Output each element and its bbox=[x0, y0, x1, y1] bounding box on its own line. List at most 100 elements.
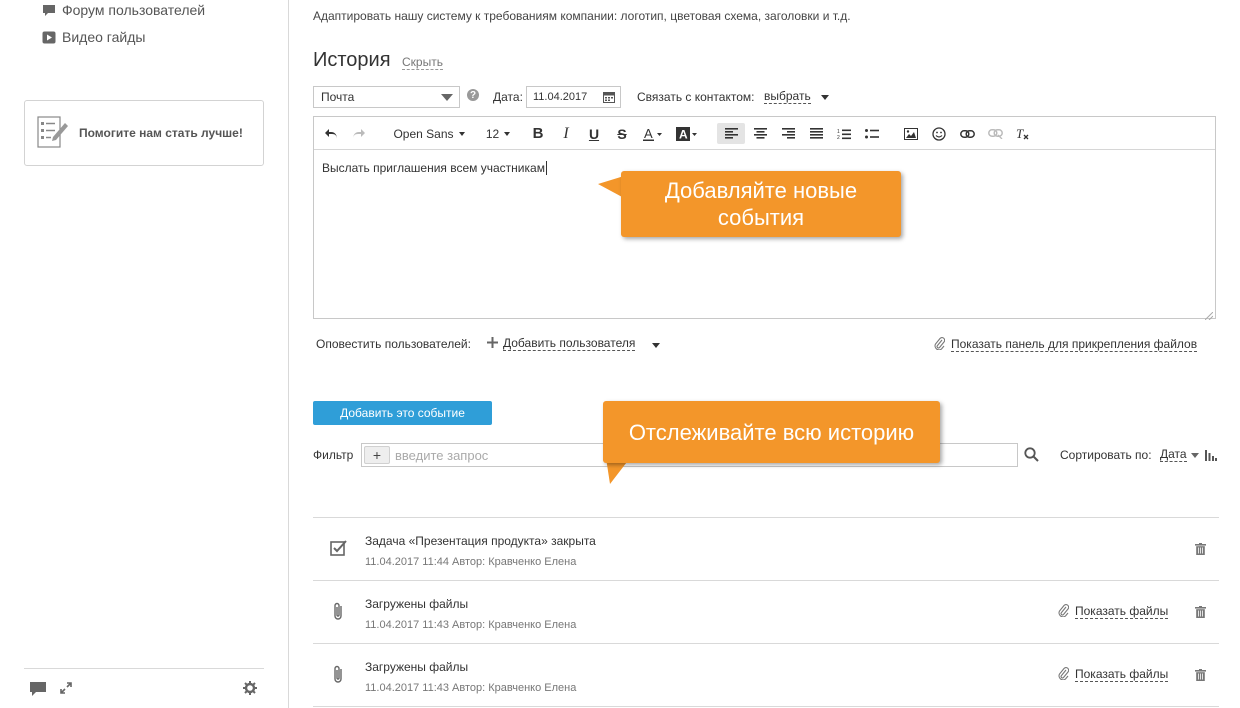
chevron-down-icon bbox=[441, 94, 453, 101]
sidebar-footer bbox=[24, 668, 264, 708]
trash-icon[interactable] bbox=[1195, 606, 1206, 621]
list-divider bbox=[313, 517, 1219, 518]
expand-icon[interactable] bbox=[60, 682, 72, 697]
redo-icon[interactable] bbox=[349, 123, 369, 144]
help-question-icon[interactable]: ? bbox=[467, 89, 479, 101]
paperclip-icon bbox=[934, 337, 946, 353]
list-divider bbox=[313, 706, 1219, 707]
callout-track-history: Отслеживайте всю историю bbox=[603, 401, 940, 463]
show-files-label: Показать файлы bbox=[1075, 667, 1169, 682]
chat-bubble-icon bbox=[42, 3, 56, 17]
trash-icon[interactable] bbox=[1195, 543, 1206, 558]
search-icon[interactable] bbox=[1024, 447, 1039, 465]
sidebar: Форум пользователей Видео гайды Помогите… bbox=[0, 0, 289, 708]
align-center-icon[interactable] bbox=[750, 123, 770, 144]
image-icon[interactable] bbox=[901, 123, 921, 144]
date-value: 11.04.2017 bbox=[533, 91, 588, 103]
paperclip-icon bbox=[1058, 667, 1070, 683]
show-files-link[interactable]: Показать файлы bbox=[1058, 604, 1169, 620]
chat-icon[interactable] bbox=[30, 682, 46, 699]
notify-users-label: Оповестить пользователей: bbox=[316, 337, 471, 351]
chevron-down-icon bbox=[504, 131, 511, 136]
add-user-button[interactable]: Добавить пользователя bbox=[487, 336, 636, 351]
chevron-down-icon bbox=[458, 131, 465, 136]
gear-icon[interactable] bbox=[243, 681, 257, 698]
svg-text:A: A bbox=[644, 127, 653, 141]
history-row-meta: 11.04.2017 11:43 Автор: Кравченко Елена bbox=[365, 619, 577, 631]
history-row-meta: 11.04.2017 11:43 Автор: Кравченко Елена bbox=[365, 682, 577, 694]
sidebar-item-label: Форум пользователей bbox=[62, 2, 206, 18]
svg-text:A: A bbox=[679, 127, 688, 141]
list-divider bbox=[313, 580, 1219, 581]
svg-text:2: 2 bbox=[837, 135, 840, 140]
help-improve-button[interactable]: Помогите нам стать лучше! bbox=[24, 100, 264, 166]
task-check-icon bbox=[330, 540, 348, 559]
font-family-select[interactable]: Open Sans bbox=[389, 123, 469, 144]
bullet-list-icon[interactable] bbox=[862, 123, 882, 144]
background-color-icon[interactable]: A bbox=[675, 123, 701, 144]
add-user-label: Добавить пользователя bbox=[503, 336, 636, 351]
paperclip-icon bbox=[332, 665, 344, 688]
event-type-select[interactable]: Почта bbox=[313, 86, 460, 108]
sidebar-item-video[interactable]: Видео гайды bbox=[42, 29, 145, 45]
show-attach-panel-label: Показать панель для прикрепления файлов bbox=[951, 337, 1198, 352]
chevron-down-icon[interactable] bbox=[821, 95, 829, 100]
calendar-icon[interactable] bbox=[603, 91, 615, 106]
customization-hint: Адаптировать нашу систему к требованиям … bbox=[313, 9, 851, 23]
font-family-value: Open Sans bbox=[393, 126, 454, 141]
add-event-button[interactable]: Добавить это событие bbox=[313, 401, 492, 425]
font-size-select[interactable]: 12 bbox=[482, 123, 514, 144]
clear-format-icon[interactable]: T bbox=[1013, 123, 1033, 144]
editor-text-area[interactable]: Выслать приглашения всем участникам​ bbox=[322, 161, 547, 175]
date-label: Дата: bbox=[493, 90, 523, 104]
paperclip-icon bbox=[1058, 604, 1070, 620]
date-field[interactable]: 11.04.2017 bbox=[526, 86, 621, 108]
align-right-icon[interactable] bbox=[778, 123, 798, 144]
chevron-down-icon[interactable] bbox=[1191, 453, 1199, 458]
list-divider bbox=[313, 643, 1219, 644]
text-cursor: ​ bbox=[545, 161, 547, 175]
text-color-icon[interactable]: A bbox=[641, 123, 667, 144]
undo-icon[interactable] bbox=[321, 123, 341, 144]
font-size-value: 12 bbox=[485, 126, 500, 141]
underline-icon[interactable]: U bbox=[584, 123, 604, 144]
unlink-icon[interactable] bbox=[985, 123, 1005, 144]
trash-icon[interactable] bbox=[1195, 669, 1206, 684]
align-left-icon[interactable] bbox=[717, 123, 745, 144]
play-video-icon bbox=[42, 30, 56, 44]
sort-label: Сортировать по: bbox=[1060, 448, 1152, 462]
contact-select-link[interactable]: выбрать bbox=[764, 90, 811, 104]
italic-icon[interactable]: I bbox=[556, 123, 576, 144]
chevron-down-icon[interactable] bbox=[652, 343, 660, 348]
link-icon[interactable] bbox=[957, 123, 977, 144]
svg-text:T: T bbox=[1016, 127, 1024, 140]
page-title: История bbox=[313, 49, 391, 71]
show-attach-panel-link[interactable]: Показать панель для прикрепления файлов bbox=[934, 337, 1198, 353]
editor-text: Выслать приглашения всем участникам bbox=[322, 161, 545, 175]
emoji-icon[interactable] bbox=[929, 123, 949, 144]
show-files-label: Показать файлы bbox=[1075, 604, 1169, 619]
add-filter-button[interactable]: + bbox=[364, 446, 390, 464]
numbered-list-icon[interactable]: 12 bbox=[834, 123, 854, 144]
history-row-meta: 11.04.2017 11:44 Автор: Кравченко Елена bbox=[365, 556, 577, 568]
strikethrough-icon[interactable]: S bbox=[612, 123, 632, 144]
bold-icon[interactable]: B bbox=[528, 123, 548, 144]
sort-select[interactable]: Дата bbox=[1160, 448, 1187, 462]
callout-add-events: Добавляйте новые события bbox=[621, 171, 901, 237]
sidebar-item-label: Видео гайды bbox=[62, 29, 146, 45]
resize-handle-icon[interactable] bbox=[1204, 308, 1214, 321]
align-justify-icon[interactable] bbox=[806, 123, 826, 144]
history-row-title: Загружены файлы bbox=[365, 597, 469, 611]
feedback-list-icon bbox=[37, 115, 69, 152]
sort-order-icon[interactable] bbox=[1205, 449, 1217, 464]
history-row-title: Задача «Презентация продукта» закрыта bbox=[365, 534, 596, 548]
history-row-title: Загружены файлы bbox=[365, 660, 469, 674]
hide-history-link[interactable]: Скрыть bbox=[402, 55, 443, 70]
show-files-link[interactable]: Показать файлы bbox=[1058, 667, 1169, 683]
plus-icon bbox=[487, 337, 498, 351]
event-type-value: Почта bbox=[321, 90, 355, 104]
help-improve-label: Помогите нам стать лучше! bbox=[79, 126, 243, 140]
contact-label: Связать с контактом: bbox=[637, 90, 755, 104]
sidebar-item-forum[interactable]: Форум пользователей bbox=[42, 2, 205, 18]
filter-label: Фильтр bbox=[313, 448, 354, 462]
